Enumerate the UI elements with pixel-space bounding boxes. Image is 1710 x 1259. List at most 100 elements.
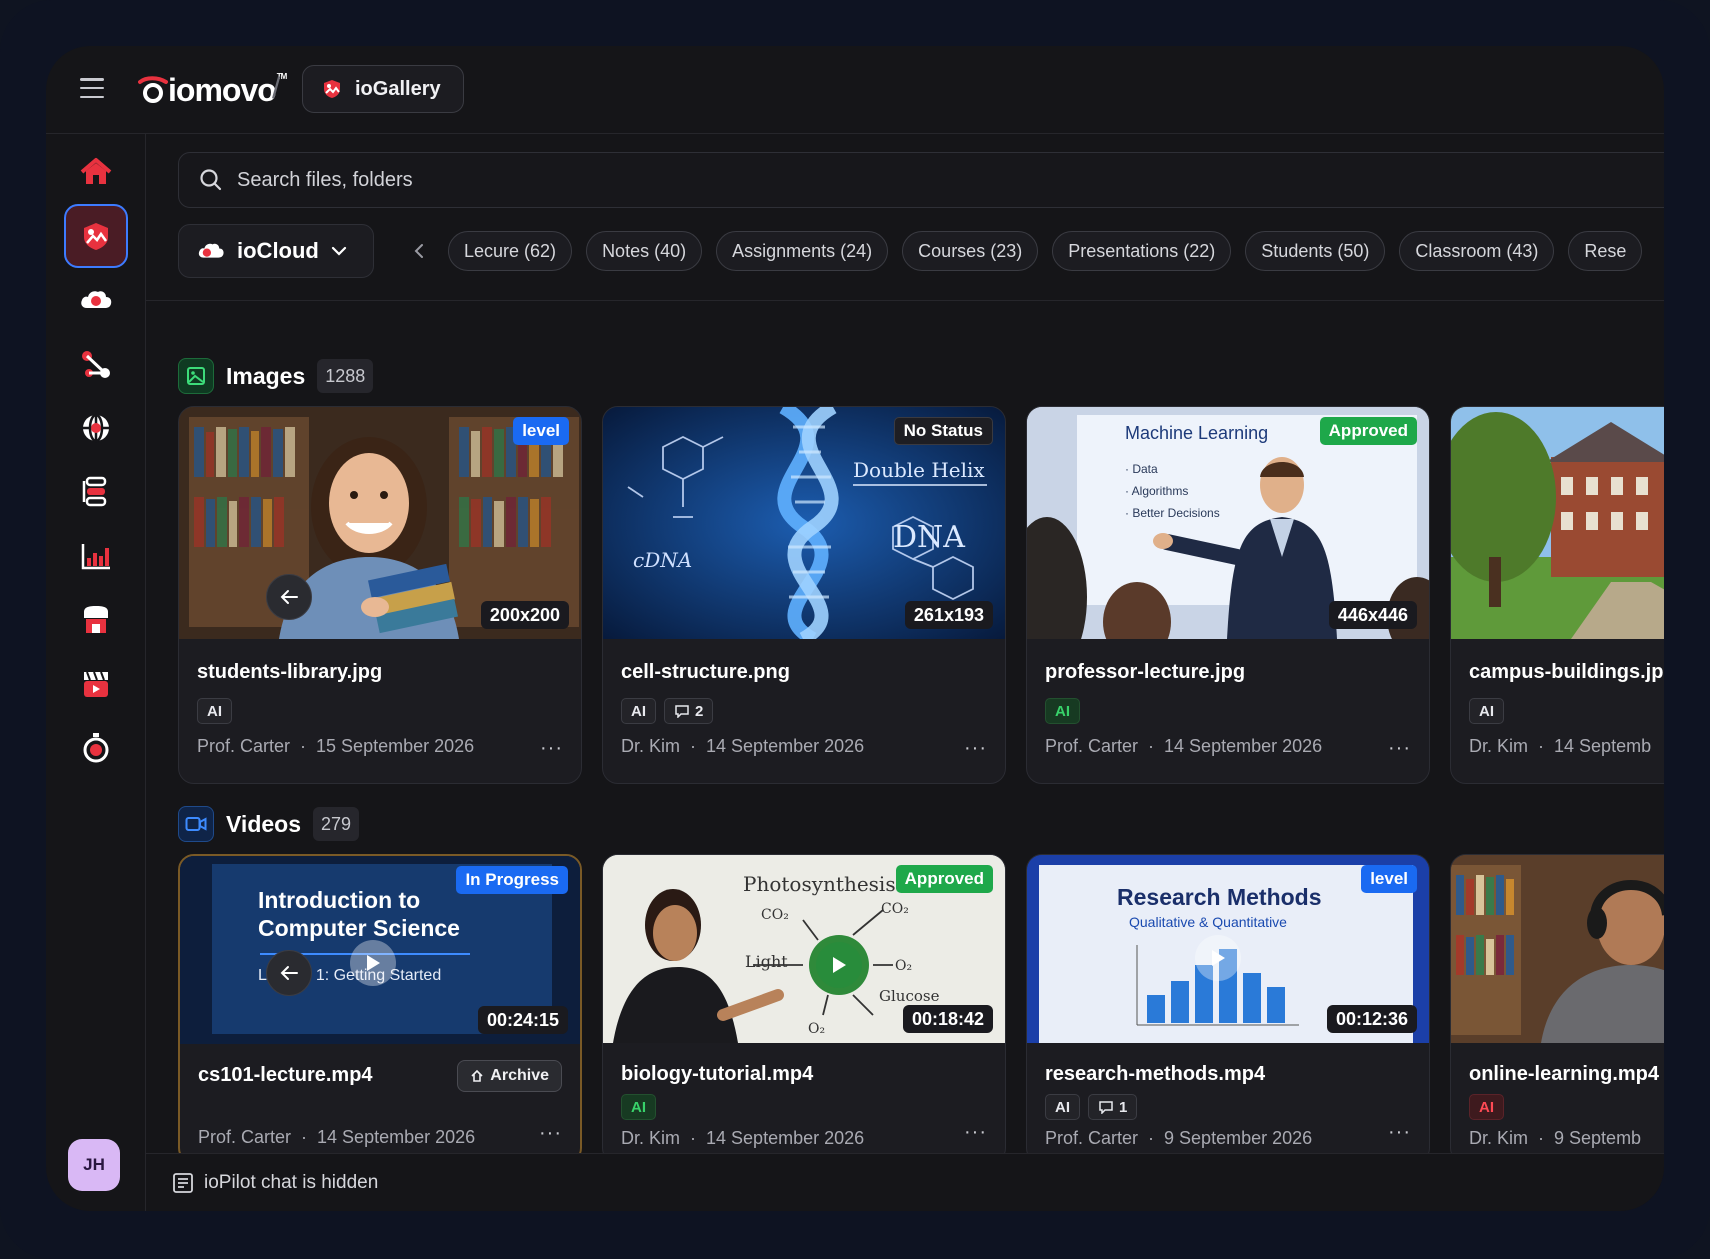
search-bar[interactable] — [178, 152, 1664, 208]
store-icon — [84, 606, 108, 633]
image-text-light: Light — [745, 952, 788, 971]
file-name[interactable]: cell-structure.png — [621, 661, 987, 684]
file-name[interactable]: online-learning.mp4 — [1469, 1063, 1664, 1086]
sidebar-item-gallery[interactable] — [64, 204, 128, 268]
menu-icon[interactable] — [80, 78, 104, 98]
comment-icon — [1099, 1101, 1113, 1114]
filter-chip-research[interactable]: Rese — [1568, 231, 1643, 271]
ai-tag[interactable]: AI — [621, 698, 656, 724]
videos-count-badge: 279 — [313, 807, 360, 841]
ai-tag[interactable]: AI — [1045, 1094, 1080, 1120]
video-card[interactable]: online-learning.mp4 AI Dr. Kim · 9 Septe… — [1450, 854, 1664, 1164]
image-card[interactable]: 𝑐DNA Double Helix DNA No Status 261x193 … — [602, 406, 1006, 784]
image-card[interactable]: level 200x200 students-library.jpg AI Pr… — [178, 406, 582, 784]
tag-list: AI 2 — [621, 698, 987, 724]
storage-dropdown[interactable]: ioCloud — [178, 224, 374, 278]
app-logo[interactable]: iomovo TM — [138, 70, 287, 110]
filter-chip-presentations[interactable]: Presentations (22) — [1052, 231, 1232, 271]
meta-separator: · — [1538, 736, 1545, 756]
sidebar-item-cloud[interactable] — [64, 268, 128, 332]
video-card[interactable]: Introduction to Computer Science Lecture… — [178, 854, 582, 1164]
play-icon[interactable] — [1195, 935, 1241, 981]
sidebar-item-home[interactable] — [64, 140, 128, 204]
analytics-icon — [81, 544, 110, 570]
filter-chip-classroom[interactable]: Classroom (43) — [1399, 231, 1555, 271]
slide-title: Research Methods — [1117, 884, 1322, 910]
ai-tag[interactable]: AI — [197, 698, 232, 724]
comments-tag[interactable]: 2 — [664, 698, 714, 724]
videos-card-row: Introduction to Computer Science Lecture… — [178, 854, 1664, 1164]
image-text-glucose: Glucose — [879, 987, 940, 1005]
more-options-icon[interactable]: ··· — [540, 737, 563, 760]
file-name[interactable]: research-methods.mp4 — [1045, 1063, 1411, 1086]
slide-bullet: · Better Decisions — [1125, 506, 1220, 520]
status-badge[interactable]: No Status — [893, 417, 993, 445]
image-text-dna: DNA — [893, 520, 965, 555]
sidebar-item-share[interactable] — [64, 332, 128, 396]
file-name[interactable]: campus-buildings.jp — [1469, 661, 1664, 684]
image-thumbnail: 𝑐DNA Double Helix DNA No Status 261x193 — [603, 407, 1005, 639]
user-avatar[interactable]: JH — [68, 1139, 120, 1191]
ai-tag[interactable]: AI — [1469, 1094, 1504, 1120]
status-badge[interactable]: Approved — [1319, 417, 1417, 445]
workspace-label: ioGallery — [355, 77, 441, 100]
file-name[interactable]: students-library.jpg — [197, 661, 563, 684]
meta-separator: · — [300, 736, 307, 756]
sidebar-item-workflow[interactable] — [64, 460, 128, 524]
cloud-icon — [198, 243, 224, 258]
more-options-icon[interactable]: ··· — [1388, 1121, 1411, 1144]
date: 9 Septemb — [1554, 1128, 1642, 1148]
video-card[interactable]: Research Methods Qualitative & Quantitat… — [1026, 854, 1430, 1164]
play-icon[interactable] — [816, 942, 862, 988]
sidebar: JH — [46, 134, 146, 1211]
filter-chip-notes[interactable]: Notes (40) — [586, 231, 703, 271]
images-scroll-left-button[interactable] — [266, 574, 312, 620]
author: Dr. Kim — [621, 1128, 681, 1148]
search-input[interactable] — [237, 168, 837, 192]
image-card[interactable]: campus-buildings.jp AI Dr. Kim · 14 Sept… — [1450, 406, 1664, 784]
chat-icon — [173, 1172, 193, 1193]
date: 15 September 2026 — [316, 736, 475, 756]
sidebar-item-timer[interactable] — [64, 716, 128, 780]
filter-chip-lecture[interactable]: Lecure (62) — [448, 231, 573, 271]
more-options-icon[interactable]: ··· — [964, 1121, 987, 1144]
arrow-left-icon — [280, 590, 298, 604]
archive-icon — [471, 1069, 483, 1082]
search-icon — [200, 169, 222, 191]
status-badge[interactable]: level — [513, 417, 569, 445]
more-options-icon[interactable]: ··· — [964, 737, 987, 760]
chat-status-bar[interactable]: ioPilot chat is hidden — [146, 1153, 1664, 1211]
ai-tag[interactable]: AI — [621, 1094, 656, 1120]
filters-scroll-left-button[interactable] — [402, 234, 436, 268]
sidebar-item-video[interactable] — [64, 652, 128, 716]
chat-hidden-text: ioPilot chat is hidden — [204, 1171, 379, 1193]
workspace-switcher[interactable]: ioGallery — [302, 65, 464, 113]
status-badge[interactable]: Approved — [895, 865, 993, 893]
videos-scroll-left-button[interactable] — [266, 950, 312, 996]
dimensions-badge: 446x446 — [1328, 601, 1417, 629]
timer-icon — [83, 733, 109, 763]
ai-tag[interactable]: AI — [1045, 698, 1080, 724]
more-options-icon[interactable]: ··· — [1388, 737, 1411, 760]
file-name[interactable]: professor-lecture.jpg — [1045, 661, 1411, 684]
globe-icon — [83, 413, 109, 443]
archive-button[interactable]: Archive — [457, 1060, 562, 1092]
comments-tag[interactable]: 1 — [1088, 1094, 1138, 1120]
video-icon — [84, 671, 108, 697]
ai-tag[interactable]: AI — [1469, 698, 1504, 724]
sidebar-item-analytics[interactable] — [64, 524, 128, 588]
image-card[interactable]: Machine Learning · Data · Algorithms · B… — [1026, 406, 1430, 784]
video-card[interactable]: CO₂ CO₂ O₂ O₂ Photosynthesis Light Gluco… — [602, 854, 1006, 1164]
file-name[interactable]: biology-tutorial.mp4 — [621, 1063, 987, 1086]
play-icon[interactable] — [350, 940, 396, 986]
sidebar-item-store[interactable] — [64, 588, 128, 652]
status-badge[interactable]: In Progress — [456, 866, 568, 894]
sidebar-item-globe[interactable] — [64, 396, 128, 460]
author: Prof. Carter — [1045, 1128, 1139, 1148]
filter-chip-courses[interactable]: Courses (23) — [902, 231, 1039, 271]
filter-chip-students[interactable]: Students (50) — [1245, 231, 1386, 271]
date: 14 September 2026 — [317, 1127, 476, 1147]
filter-chip-assignments[interactable]: Assignments (24) — [716, 231, 889, 271]
more-options-icon[interactable]: ··· — [539, 1122, 562, 1145]
status-badge[interactable]: level — [1361, 865, 1417, 893]
